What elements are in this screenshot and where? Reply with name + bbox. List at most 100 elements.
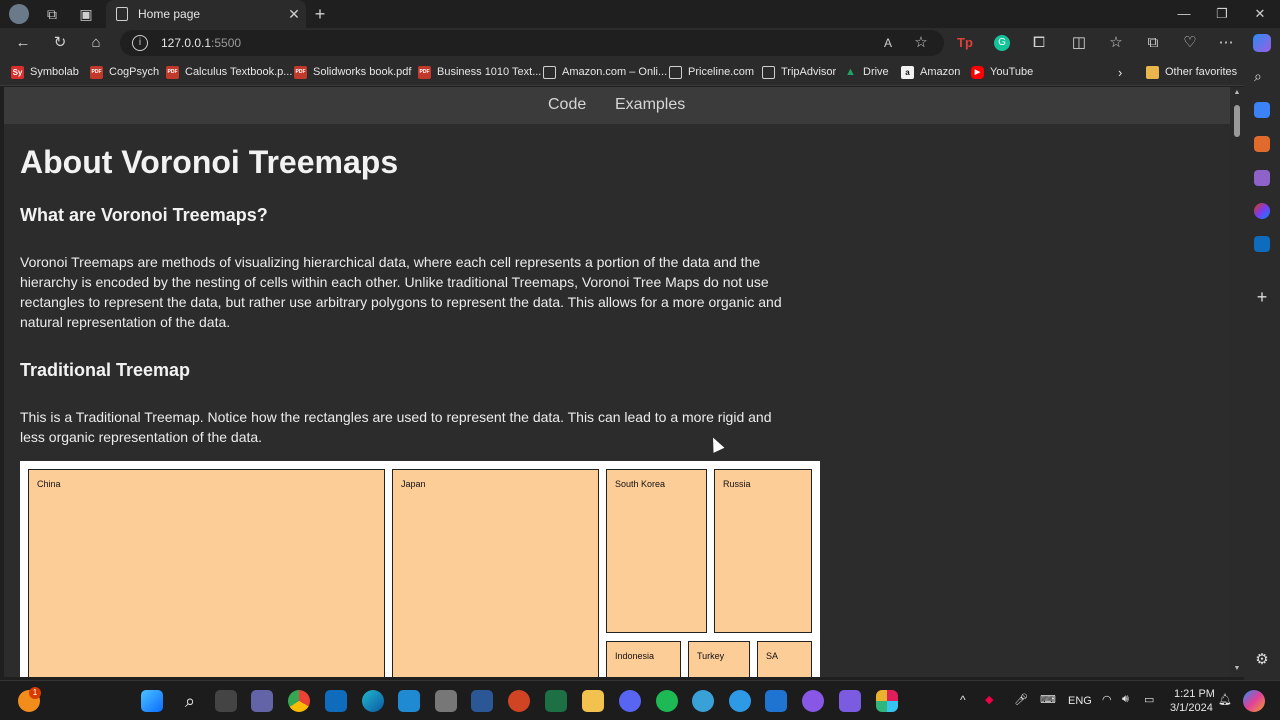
profile-avatar[interactable] bbox=[9, 4, 29, 24]
url-text[interactable]: 127.0.0.1:5500 bbox=[161, 36, 241, 50]
file-icon[interactable] bbox=[435, 690, 457, 712]
browser-essentials-icon[interactable]: ♡ bbox=[1180, 33, 1200, 53]
wifi-icon[interactable]: ◠ bbox=[1102, 693, 1112, 706]
visual-studio-icon[interactable] bbox=[839, 690, 861, 712]
edge-icon[interactable] bbox=[362, 690, 384, 712]
bookmark-tripadvisor[interactable]: TripAdvisor bbox=[762, 65, 836, 79]
github-icon[interactable] bbox=[802, 690, 824, 712]
bookmarks-overflow-chevron-icon[interactable]: › bbox=[1118, 65, 1122, 80]
search-icon[interactable]: ⌕ bbox=[179, 690, 201, 712]
page-viewport: Code Examples About Voronoi Treemaps Wha… bbox=[4, 87, 1230, 677]
keyboard-icon[interactable]: ⌨ bbox=[1040, 693, 1056, 706]
treemap-cell-japan[interactable]: Japan bbox=[392, 469, 599, 677]
c-app-icon[interactable] bbox=[765, 690, 787, 712]
slack-icon[interactable] bbox=[876, 690, 898, 712]
extension-tp-icon[interactable]: Tp bbox=[955, 33, 975, 53]
word-icon[interactable] bbox=[471, 690, 493, 712]
back-icon[interactable]: ← bbox=[13, 33, 33, 53]
minimize-button[interactable]: — bbox=[1169, 4, 1199, 24]
microsoft-365-icon[interactable] bbox=[1254, 203, 1270, 219]
tools-briefcase-icon[interactable] bbox=[1254, 136, 1270, 152]
clock-time[interactable]: 1:21 PM bbox=[1174, 688, 1215, 700]
bookmark-cogpsych[interactable]: PDF CogPsych bbox=[90, 65, 159, 79]
games-chess-icon[interactable] bbox=[1254, 170, 1270, 186]
treemap-label: Japan bbox=[401, 479, 426, 489]
bookmark-business[interactable]: PDF Business 1010 Text... bbox=[418, 65, 541, 79]
file-explorer-icon[interactable] bbox=[582, 690, 604, 712]
bookmark-youtube[interactable]: ▶ YouTube bbox=[971, 65, 1033, 79]
bookmark-drive[interactable]: ▲ Drive bbox=[844, 65, 889, 79]
copilot-icon[interactable] bbox=[1252, 33, 1272, 53]
treemap-cell-indonesia[interactable]: Indonesia bbox=[606, 641, 681, 677]
search-icon[interactable]: ⌕ bbox=[1254, 68, 1270, 84]
scroll-thumb[interactable] bbox=[1234, 105, 1240, 137]
powerpoint-icon[interactable] bbox=[508, 690, 530, 712]
chrome-icon[interactable] bbox=[288, 690, 310, 712]
start-windows-icon[interactable] bbox=[141, 690, 163, 712]
address-bar[interactable]: i 127.0.0.1:5500 A ☆ bbox=[120, 30, 944, 56]
restore-button[interactable]: ❐ bbox=[1207, 4, 1237, 24]
page-scrollbar[interactable]: ▲ ▼ bbox=[1230, 87, 1244, 677]
discord-icon[interactable] bbox=[619, 690, 641, 712]
read-aloud-icon[interactable]: A bbox=[878, 33, 898, 53]
treemap-cell-russia[interactable]: Russia bbox=[714, 469, 812, 633]
bookmark-amazon[interactable]: a Amazon bbox=[901, 65, 960, 79]
bookmark-symbolab[interactable]: Sy Symbolab bbox=[11, 65, 79, 79]
workspaces-icon[interactable]: ⧉ bbox=[42, 5, 62, 23]
other-favorites-folder[interactable]: Other favorites bbox=[1146, 65, 1237, 79]
section-paragraph-traditional: This is a Traditional Treemap. Notice ho… bbox=[20, 409, 772, 445]
volume-icon[interactable]: 🔊︎ bbox=[1122, 693, 1129, 706]
favorite-star-icon[interactable]: ☆ bbox=[911, 33, 931, 53]
treemap-cell-turkey[interactable]: Turkey bbox=[688, 641, 750, 677]
treemap-cell-china[interactable]: China bbox=[28, 469, 385, 677]
extensions-icon[interactable]: ⧠ bbox=[1029, 33, 1049, 53]
task-view-icon[interactable] bbox=[215, 690, 237, 712]
nav-link-code[interactable]: Code bbox=[548, 96, 586, 114]
tray-overflow-chevron-icon[interactable]: ^ bbox=[960, 693, 966, 707]
grammarly-icon[interactable]: G bbox=[992, 33, 1012, 53]
blue-app-icon[interactable] bbox=[729, 690, 751, 712]
home-icon[interactable]: ⌂ bbox=[86, 33, 106, 53]
new-tab-icon[interactable]: + bbox=[310, 5, 330, 23]
treemap-cell-south-korea[interactable]: South Korea bbox=[606, 469, 707, 633]
bookmark-priceline[interactable]: Priceline.com bbox=[669, 65, 754, 79]
outlook-icon[interactable] bbox=[1254, 236, 1270, 252]
more-menu-icon[interactable]: ⋯ bbox=[1216, 33, 1236, 53]
bookmark-label: YouTube bbox=[990, 66, 1034, 78]
youtube-icon: ▶ bbox=[971, 65, 984, 79]
collections-icon[interactable]: ⧉ bbox=[1143, 33, 1163, 53]
split-screen-icon[interactable]: ◫ bbox=[1069, 33, 1089, 53]
outlook-new-icon[interactable] bbox=[325, 690, 347, 712]
site-info-icon[interactable]: i bbox=[132, 35, 148, 51]
notifications-bell-icon[interactable]: 🔔︎ bbox=[1218, 693, 1232, 706]
close-window-button[interactable]: ✕ bbox=[1245, 4, 1275, 24]
nav-link-examples[interactable]: Examples bbox=[615, 96, 685, 114]
language-indicator[interactable]: ENG bbox=[1068, 695, 1092, 707]
scroll-up-arrow-icon[interactable]: ▲ bbox=[1232, 89, 1242, 96]
tab-actions-icon[interactable]: ▣ bbox=[76, 5, 96, 23]
treemap-cell-sa[interactable]: SA bbox=[757, 641, 812, 677]
spotify-icon[interactable] bbox=[656, 690, 678, 712]
bookmark-calculus[interactable]: PDF Calculus Textbook.p... bbox=[166, 65, 292, 79]
refresh-icon[interactable]: ↻ bbox=[50, 33, 70, 53]
tab-home-page[interactable]: Home page ✕ bbox=[106, 0, 306, 28]
shopping-tag-icon[interactable] bbox=[1254, 102, 1270, 118]
close-tab-icon[interactable]: ✕ bbox=[282, 6, 306, 23]
excel-icon[interactable] bbox=[545, 690, 567, 712]
settings-gear-icon[interactable]: ⚙ bbox=[1254, 652, 1270, 668]
notification-badge: 1 bbox=[29, 687, 41, 699]
favorites-icon[interactable]: ☆ bbox=[1106, 33, 1126, 53]
dropbox-icon[interactable]: ◆ bbox=[985, 693, 993, 706]
page-icon bbox=[669, 65, 682, 79]
teams-chat-icon[interactable] bbox=[251, 690, 273, 712]
microphone-icon[interactable]: 🎤︎ bbox=[1014, 693, 1028, 706]
add-sidebar-app-icon[interactable]: + bbox=[1254, 288, 1270, 306]
dolphin-icon[interactable] bbox=[692, 690, 714, 712]
copilot-taskbar-icon[interactable] bbox=[1243, 690, 1265, 712]
vscode-icon[interactable] bbox=[398, 690, 420, 712]
clock-date[interactable]: 3/1/2024 bbox=[1170, 702, 1213, 714]
battery-icon[interactable]: ▭ bbox=[1144, 693, 1154, 706]
scroll-down-arrow-icon[interactable]: ▼ bbox=[1232, 665, 1242, 672]
bookmark-solidworks[interactable]: PDF Solidworks book.pdf bbox=[294, 65, 411, 79]
bookmark-amazon-com[interactable]: Amazon.com – Onli... bbox=[543, 65, 667, 79]
